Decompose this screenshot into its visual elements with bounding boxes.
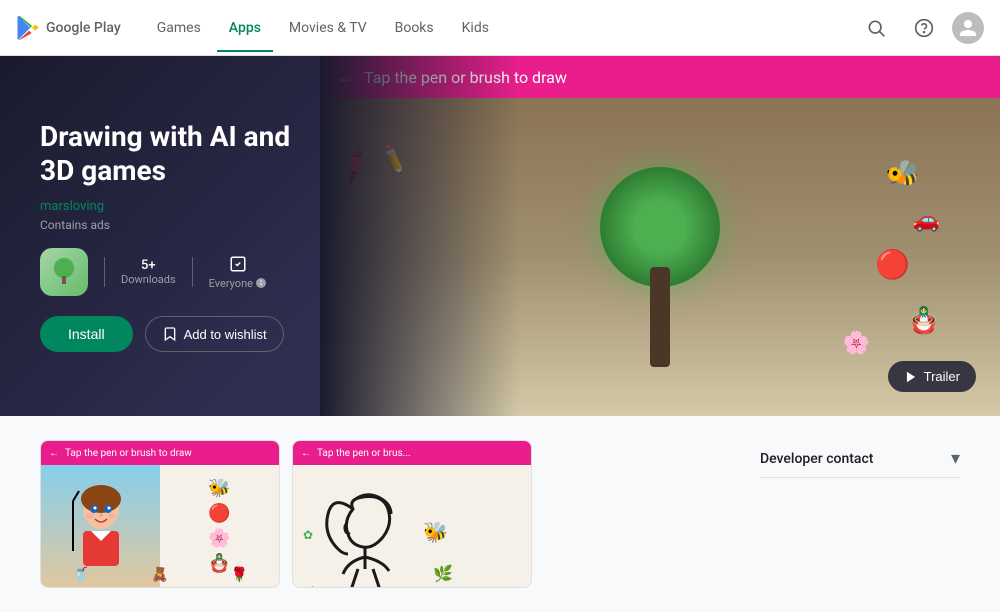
nav-movies-tv[interactable]: Movies & TV bbox=[277, 12, 379, 44]
car-deco: 🚗 bbox=[913, 208, 940, 233]
doll-deco: 🪆 bbox=[908, 306, 940, 336]
app-title-text: Drawing with AI and3D games bbox=[40, 120, 290, 187]
screenshot-thumb-1[interactable]: ← Tap the pen or brush to draw bbox=[40, 440, 280, 588]
svg-text:✿: ✿ bbox=[303, 528, 313, 542]
rating-icon bbox=[229, 255, 247, 277]
trailer-button[interactable]: Trailer bbox=[888, 361, 976, 392]
install-button[interactable]: Install bbox=[40, 316, 133, 352]
meta-divider-2 bbox=[192, 257, 193, 287]
sidebar: Developer contact ▾ bbox=[760, 440, 960, 588]
thumb1-pink-bar: ← Tap the pen or brush to draw bbox=[41, 441, 279, 465]
app-title: Drawing with AI and3D games bbox=[40, 120, 360, 187]
svg-text:🐝: 🐝 bbox=[423, 520, 448, 544]
pokeball-icon-thumb: 🔴 bbox=[208, 503, 230, 524]
flower-icon-thumb: 🌸 bbox=[208, 528, 230, 549]
info-icon bbox=[255, 277, 267, 289]
content-section: ← Tap the pen or brush to draw bbox=[0, 416, 1000, 612]
cup-icon: 🥤 bbox=[72, 567, 89, 583]
search-icon bbox=[866, 18, 886, 38]
meta-divider-1 bbox=[104, 257, 105, 287]
logo[interactable]: Google Play bbox=[16, 16, 121, 40]
thumb2-title: Tap the pen or brus... bbox=[317, 448, 411, 459]
wishlist-label: Add to wishlist bbox=[184, 327, 267, 342]
screenshot-thumb-2[interactable]: ← Tap the pen or brus... bbox=[292, 440, 532, 588]
downloads-stat: 5+ Downloads bbox=[121, 258, 176, 286]
screenshots-row: ← Tap the pen or brush to draw bbox=[40, 440, 736, 588]
pokeball-deco: 🔴 bbox=[875, 248, 910, 281]
app-icon-tree bbox=[48, 256, 80, 288]
svg-text:🌿: 🌿 bbox=[433, 564, 453, 583]
flower2-icon: 🌹 bbox=[231, 567, 248, 583]
rating-box-icon bbox=[229, 255, 247, 273]
nav-kids[interactable]: Kids bbox=[450, 12, 501, 44]
thumb2-content: 🐝 🌿 ✿ 🥤 bbox=[293, 465, 531, 587]
thumb2-pink-bar: ← Tap the pen or brus... bbox=[293, 441, 531, 465]
app-icon bbox=[40, 248, 88, 296]
avatar[interactable] bbox=[952, 12, 984, 44]
nav-apps[interactable]: Apps bbox=[217, 12, 273, 44]
flower-deco: 🌸 bbox=[843, 331, 870, 356]
play-icon bbox=[904, 370, 918, 384]
svg-text:🥤: 🥤 bbox=[298, 586, 315, 588]
girl-avatar bbox=[71, 481, 131, 571]
app-meta: 5+ Downloads Everyone bbox=[40, 248, 360, 296]
hero-content: Drawing with AI and3D games marsloving C… bbox=[0, 56, 400, 416]
help-button[interactable] bbox=[904, 8, 944, 48]
rating-info: Everyone bbox=[209, 255, 267, 290]
search-button[interactable] bbox=[856, 8, 896, 48]
main-nav: Games Apps Movies & TV Books Kids bbox=[145, 12, 856, 44]
developer-contact[interactable]: Developer contact ▾ bbox=[760, 440, 960, 478]
thumb1-bottom: 🥤 🧸 🌹 bbox=[41, 567, 279, 583]
nav-books[interactable]: Books bbox=[383, 12, 446, 44]
developer-contact-label: Developer contact bbox=[760, 451, 873, 467]
bookmark-icon bbox=[162, 326, 178, 342]
header: Google Play Games Apps Movies & TV Books… bbox=[0, 0, 1000, 56]
thumb1-title: Tap the pen or brush to draw bbox=[65, 448, 192, 459]
avatar-icon bbox=[958, 18, 978, 38]
bear-icon: 🧸 bbox=[151, 567, 168, 583]
add-to-wishlist-button[interactable]: Add to wishlist bbox=[145, 316, 284, 352]
trailer-label: Trailer bbox=[924, 369, 960, 384]
help-icon bbox=[914, 18, 934, 38]
downloads-label: Downloads bbox=[121, 273, 176, 286]
logo-text: Google Play bbox=[46, 20, 121, 36]
tree-trunk bbox=[650, 267, 670, 367]
contains-ads-text: Contains ads bbox=[40, 218, 360, 232]
drawing-canvas: 🐝 🌿 ✿ 🥤 bbox=[293, 489, 493, 588]
developer-name[interactable]: marsloving bbox=[40, 199, 360, 214]
thumb2-back-arrow: ← bbox=[301, 448, 311, 459]
downloads-value: 5+ bbox=[141, 258, 156, 273]
header-actions bbox=[856, 8, 984, 48]
hero-section: ← Tap the pen or brush to draw 🖍️ ✏️ 🐝 bbox=[0, 56, 1000, 416]
bee-deco: 🐝 bbox=[885, 158, 920, 191]
bee-icon-thumb: 🐝 bbox=[208, 478, 230, 499]
google-play-logo-icon bbox=[16, 16, 40, 40]
chevron-down-icon: ▾ bbox=[951, 448, 960, 469]
nav-games[interactable]: Games bbox=[145, 12, 213, 44]
hero-actions: Install Add to wishlist bbox=[40, 316, 360, 352]
rating-label-text: Everyone bbox=[209, 277, 253, 290]
tree-illustration bbox=[560, 147, 760, 367]
rating-label: Everyone bbox=[209, 277, 267, 290]
thumb1-back-arrow: ← bbox=[49, 448, 59, 459]
